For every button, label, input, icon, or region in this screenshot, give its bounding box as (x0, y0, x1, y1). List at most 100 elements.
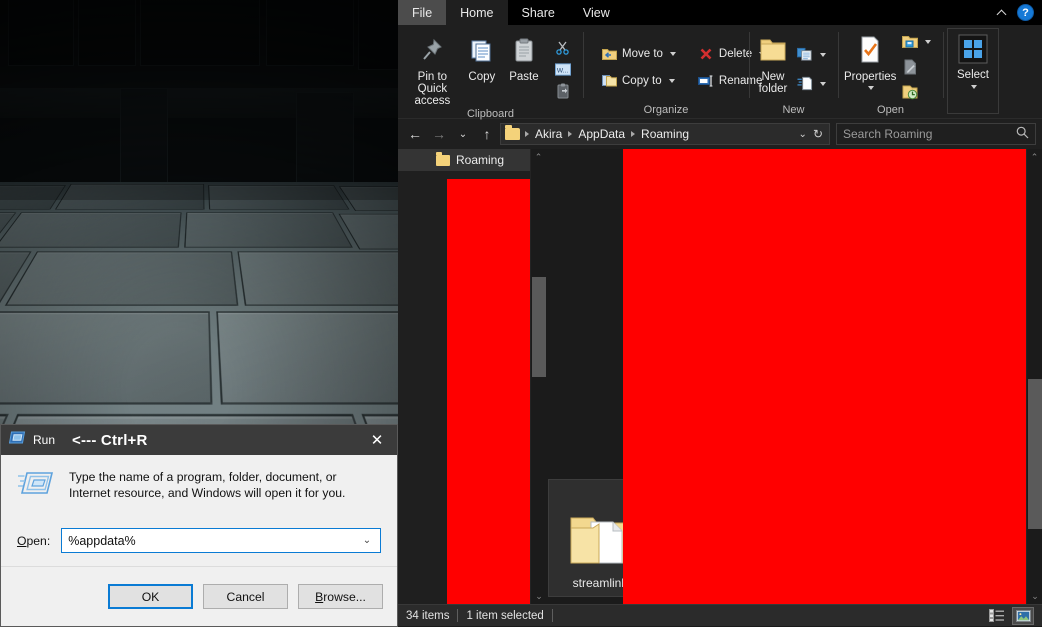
paste-shortcut-button[interactable] (551, 81, 575, 101)
ribbon-tabstrip: File Home Share View ? (398, 0, 1042, 25)
move-to-icon (601, 46, 617, 62)
large-icons-view-icon[interactable] (1012, 606, 1034, 625)
new-item-button[interactable] (793, 45, 830, 65)
chevron-down-icon[interactable] (971, 85, 977, 89)
chevron-down-icon[interactable] (820, 52, 826, 57)
chevron-down-icon[interactable] (925, 40, 932, 44)
breadcrumb-item-roaming[interactable]: Roaming (638, 127, 692, 141)
new-folder-button[interactable]: New folder (755, 29, 791, 103)
cut-button[interactable] (551, 37, 575, 57)
chevron-down-icon[interactable]: ⌄ (799, 129, 807, 140)
tab-file[interactable]: File (398, 0, 447, 25)
browse-button[interactable]: Browse... (298, 584, 383, 609)
edit-icon (902, 59, 918, 75)
chevron-down-icon[interactable] (820, 81, 826, 86)
pin-to-quick-access-label-1: Pin to Quick (417, 71, 448, 95)
paste-button[interactable]: Paste (503, 29, 545, 107)
ok-button[interactable]: OK (108, 584, 193, 609)
chevron-down-icon[interactable] (868, 86, 875, 90)
run-window-icon (8, 430, 26, 450)
filepane-scrollbar[interactable]: ⌃ ⌄ (1026, 149, 1042, 604)
forward-arrow-icon[interactable]: → (428, 123, 450, 145)
run-dialog-title: Run (33, 433, 56, 447)
tab-share[interactable]: Share (508, 0, 569, 25)
tab-share-label: Share (521, 5, 555, 20)
copy-button[interactable]: Copy (461, 29, 503, 107)
new-folder-label-1: New (761, 71, 785, 83)
chevron-down-icon[interactable] (668, 78, 675, 83)
history-icon (902, 84, 918, 100)
run-dialog-description: Type the name of a program, folder, docu… (69, 470, 346, 500)
history-button[interactable] (898, 82, 935, 102)
run-window-icon (17, 469, 55, 508)
search-icon[interactable] (1016, 126, 1029, 142)
help-icon-glyph: ? (1022, 6, 1029, 19)
navpane-scrollbar-thumb[interactable] (532, 277, 546, 377)
scroll-up-arrow-icon[interactable]: ⌃ (531, 149, 546, 165)
rename-icon (697, 73, 714, 89)
ribbon-group-open: Properties Open (838, 25, 943, 119)
cancel-button[interactable]: Cancel (203, 584, 288, 609)
folder-icon (505, 125, 520, 140)
breadcrumb-separator (525, 131, 529, 137)
open-button[interactable] (898, 32, 935, 52)
easy-access-button[interactable] (793, 74, 830, 94)
redaction-navpane (447, 179, 537, 604)
up-arrow-icon[interactable]: ↑ (476, 123, 498, 145)
breadcrumb-item-akira[interactable]: Akira (532, 127, 565, 141)
ribbon-group-organize-label: Organize (643, 104, 689, 116)
tab-home[interactable]: Home (446, 0, 508, 25)
copy-to-label: Copy to (622, 74, 662, 87)
move-to-button[interactable]: Move to (597, 44, 680, 64)
open-input[interactable]: %appdata% ⌄ (61, 528, 381, 553)
chevron-down-icon[interactable]: ⌄ (360, 535, 374, 546)
run-dialog: Run <--- Ctrl+R ✕ Type the name of a pro… (0, 424, 398, 627)
ribbon: Pin to Quick access Copy Paste W... Clip… (398, 25, 1042, 120)
select-button[interactable]: Select (947, 28, 999, 114)
copy-label: Copy (468, 71, 496, 83)
filepane-scrollbar-thumb[interactable] (1028, 379, 1042, 529)
breadcrumb-item-appdata[interactable]: AppData (575, 127, 628, 141)
new-item-icon (797, 47, 813, 63)
edit-button[interactable] (898, 57, 935, 77)
breadcrumb-separator (631, 131, 636, 137)
scroll-down-arrow-icon[interactable]: ⌄ (1027, 588, 1042, 604)
details-view-icon[interactable] (986, 607, 1008, 625)
delete-icon (698, 46, 714, 62)
paste-shortcut-icon (555, 83, 571, 99)
tab-view[interactable]: View (569, 0, 624, 25)
ribbon-group-clipboard-label: Clipboard (466, 108, 515, 120)
recent-locations-icon[interactable]: ⌄ (452, 123, 474, 145)
pin-to-quick-access-label-2: access (414, 95, 451, 107)
nav-item-roaming[interactable]: Roaming (398, 149, 546, 171)
back-arrow-icon[interactable]: ← (404, 123, 426, 145)
refresh-icon[interactable]: ↻ (813, 127, 823, 141)
file-list-pane[interactable]: streamlink ⌃ ⌄ (546, 149, 1042, 604)
breadcrumb[interactable]: Akira AppData Roaming ⌄ ↻ (500, 123, 830, 145)
run-dialog-annotation: <--- Ctrl+R (72, 431, 148, 449)
pin-to-quick-access-button[interactable]: Pin to Quick access (404, 29, 461, 107)
paste-icon (511, 33, 537, 67)
copy-to-button[interactable]: Copy to (597, 71, 680, 91)
new-folder-label-2: folder (758, 83, 788, 95)
ribbon-group-new-label: New (782, 104, 805, 116)
run-dialog-titlebar[interactable]: Run <--- Ctrl+R ✕ (1, 425, 397, 455)
ribbon-group-open-label: Open (877, 104, 904, 116)
chevron-down-icon[interactable] (669, 51, 676, 56)
help-icon[interactable]: ? (1017, 4, 1034, 21)
properties-button[interactable]: Properties (844, 29, 896, 103)
move-to-label: Move to (622, 47, 663, 60)
close-icon[interactable]: ✕ (357, 425, 397, 455)
tab-file-label: File (412, 5, 433, 20)
scroll-down-arrow-icon[interactable]: ⌄ (531, 588, 547, 604)
run-dialog-footer: OK Cancel Browse... (1, 566, 397, 626)
easy-access-icon (797, 76, 813, 92)
copy-path-button[interactable]: W... (551, 59, 575, 79)
search-input[interactable]: Search Roaming (836, 123, 1036, 145)
navpane-scrollbar[interactable]: ⌃ ⌄ (530, 149, 546, 604)
status-bar: 34 items 1 item selected (398, 604, 1042, 626)
chevron-up-icon[interactable] (997, 7, 1008, 18)
open-input-value: %appdata% (68, 533, 136, 548)
copy-path-icon: W... (554, 61, 571, 77)
scroll-up-arrow-icon[interactable]: ⌃ (1027, 149, 1042, 165)
